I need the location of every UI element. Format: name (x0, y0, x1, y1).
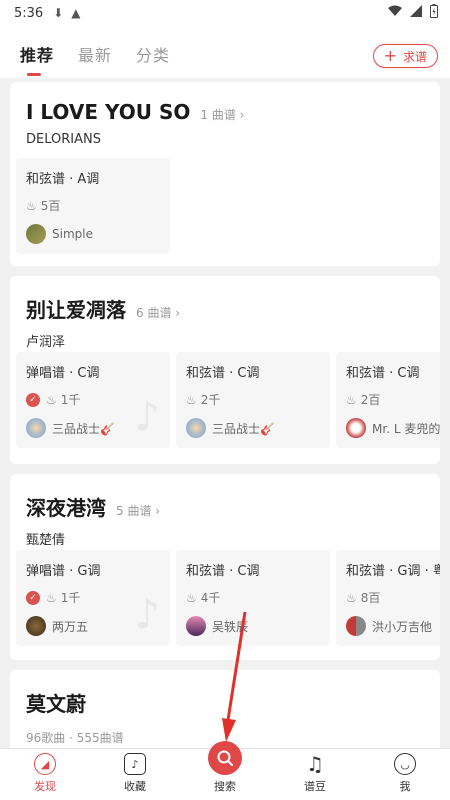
avatar (186, 418, 206, 438)
nav-search-label: 搜索 (214, 780, 236, 793)
music-note-icon: ♪ (134, 394, 160, 440)
flame-icon: ♨ (46, 392, 57, 407)
score-type: 和弦谱 · C调 (186, 366, 260, 381)
nav-me[interactable]: ◡ 我 (360, 749, 450, 800)
score-popularity: ♨ 2百 (346, 392, 381, 408)
song-artist[interactable]: 甄楚倩 (26, 529, 424, 548)
score-popularity: ♨ 2千 (186, 392, 221, 408)
download-icon: ⬇ (53, 6, 64, 20)
bottom-nav-bar: ◢ 发现 ♪ 收藏 搜索 ♫ 谱豆 ◡ 我 (0, 741, 450, 800)
artist-name[interactable]: 莫文蔚 (26, 688, 86, 717)
score-type: 弹唱谱 · C调 (26, 366, 100, 381)
music-note-icon: ♫ (306, 752, 324, 776)
avatar (346, 616, 366, 636)
flame-icon: ♨ (346, 590, 357, 605)
song-card[interactable]: I LOVE YOU SO 1 曲谱 › DELORIANS 和弦谱 · A调 … (10, 82, 440, 266)
tab-recommend[interactable]: 推荐 (20, 42, 54, 76)
avatar (26, 418, 46, 438)
verified-icon: ✓ (26, 590, 40, 605)
feed-list[interactable]: I LOVE YOU SO 1 曲谱 › DELORIANS 和弦谱 · A调 … (0, 78, 450, 748)
nav-favorites[interactable]: ♪ 收藏 (90, 749, 180, 800)
score-author: 洪小万吉他 (346, 616, 440, 636)
signal-icon (410, 5, 422, 21)
song-artist[interactable]: DELORIANS (26, 132, 424, 147)
song-card[interactable]: 深夜港湾 5 曲谱 › 甄楚倩 弹唱谱 · G调 ✓ ♨ 1千 两万五 ♪ 和弦谱 … (10, 474, 440, 660)
nav-favorites-label: 收藏 (124, 780, 146, 793)
score-popularity: ♨ 5百 (26, 198, 61, 214)
avatar (346, 418, 366, 438)
top-tab-bar: 推荐 最新 分类 + 求谱 (0, 26, 450, 78)
score-type: 和弦谱 · C调 (186, 564, 260, 579)
nav-search[interactable]: 搜索 (180, 741, 270, 800)
score-tile[interactable]: 弹唱谱 · C调 ✓ ♨ 1千 三品战士🎸 ♪ (16, 352, 170, 448)
plus-icon: + (383, 46, 397, 65)
score-author: Simple (26, 224, 160, 244)
nav-me-label: 我 (399, 780, 411, 793)
nav-beans-label: 谱豆 (304, 780, 326, 793)
score-tile[interactable]: 弹唱谱 · G调 ✓ ♨ 1千 两万五 ♪ (16, 550, 170, 646)
song-title[interactable]: 深夜港湾 (26, 492, 106, 521)
score-type: 和弦谱 · G调 · 粤 (346, 564, 440, 579)
score-tile[interactable]: 和弦谱 · A调 ♨ 5百 Simple (16, 158, 170, 254)
smile-icon: ◡ (394, 753, 416, 775)
score-popularity: ♨ 4千 (186, 590, 221, 606)
avatar (186, 616, 206, 636)
avatar (26, 616, 46, 636)
search-icon (217, 750, 233, 766)
score-count[interactable]: 6 曲谱 › (136, 304, 180, 321)
compass-icon: ◢ (34, 753, 56, 775)
verified-icon: ✓ (26, 392, 40, 407)
song-title[interactable]: I LOVE YOU SO (26, 100, 190, 124)
search-button[interactable] (208, 741, 242, 775)
avatar (26, 224, 46, 244)
score-author: 三品战士🎸 (186, 418, 320, 438)
score-tile[interactable]: 和弦谱 · C调 ♨ 2千 三品战士🎸 (176, 352, 330, 448)
flame-icon: ♨ (26, 198, 37, 213)
status-bar: 5:36 ⬇ ▲ (0, 0, 450, 26)
score-type: 和弦谱 · A调 (26, 172, 100, 187)
battery-icon (430, 4, 438, 22)
flame-icon: ♨ (186, 392, 197, 407)
score-author: 吴轶辰 (186, 616, 320, 636)
request-score-button[interactable]: + 求谱 (372, 44, 438, 68)
score-tile[interactable]: 和弦谱 · G调 · 粤 ♨ 8百 洪小万吉他 (336, 550, 440, 646)
song-title[interactable]: 别让爱凋落 (26, 294, 126, 323)
flame-icon: ♨ (186, 590, 197, 605)
score-tile[interactable]: 和弦谱 · C调 ♨ 4千 吴轶辰 (176, 550, 330, 646)
flame-icon: ♨ (346, 392, 357, 407)
wifi-icon (388, 5, 402, 21)
music-box-icon: ♪ (124, 753, 146, 775)
tab-category[interactable]: 分类 (136, 42, 170, 66)
flame-icon: ♨ (46, 590, 57, 605)
score-count[interactable]: 1 曲谱 › (200, 106, 244, 123)
song-artist[interactable]: 卢润泽 (26, 331, 424, 350)
nav-beans[interactable]: ♫ 谱豆 (270, 749, 360, 800)
nav-discover-label: 发现 (34, 780, 56, 793)
nav-discover[interactable]: ◢ 发现 (0, 749, 90, 800)
score-tile[interactable]: 和弦谱 · C调 ♨ 2百 Mr. L 麦兜的 (336, 352, 440, 448)
artist-card[interactable]: 莫文蔚 96歌曲 · 555曲谱 (10, 670, 440, 748)
score-type: 和弦谱 · C调 (346, 366, 420, 381)
app-notification-icon: ▲ (71, 6, 81, 20)
music-note-icon: ♪ (134, 592, 160, 638)
request-score-label: 求谱 (402, 49, 427, 64)
tab-latest[interactable]: 最新 (78, 42, 112, 66)
score-count[interactable]: 5 曲谱 › (116, 502, 160, 519)
score-popularity: ♨ 8百 (346, 590, 381, 606)
status-time: 5:36 (14, 5, 44, 21)
score-author: Mr. L 麦兜的 (346, 418, 440, 438)
score-type: 弹唱谱 · G调 (26, 564, 101, 579)
song-card[interactable]: 别让爱凋落 6 曲谱 › 卢润泽 弹唱谱 · C调 ✓ ♨ 1千 三品战士🎸 ♪ 和… (10, 276, 440, 464)
